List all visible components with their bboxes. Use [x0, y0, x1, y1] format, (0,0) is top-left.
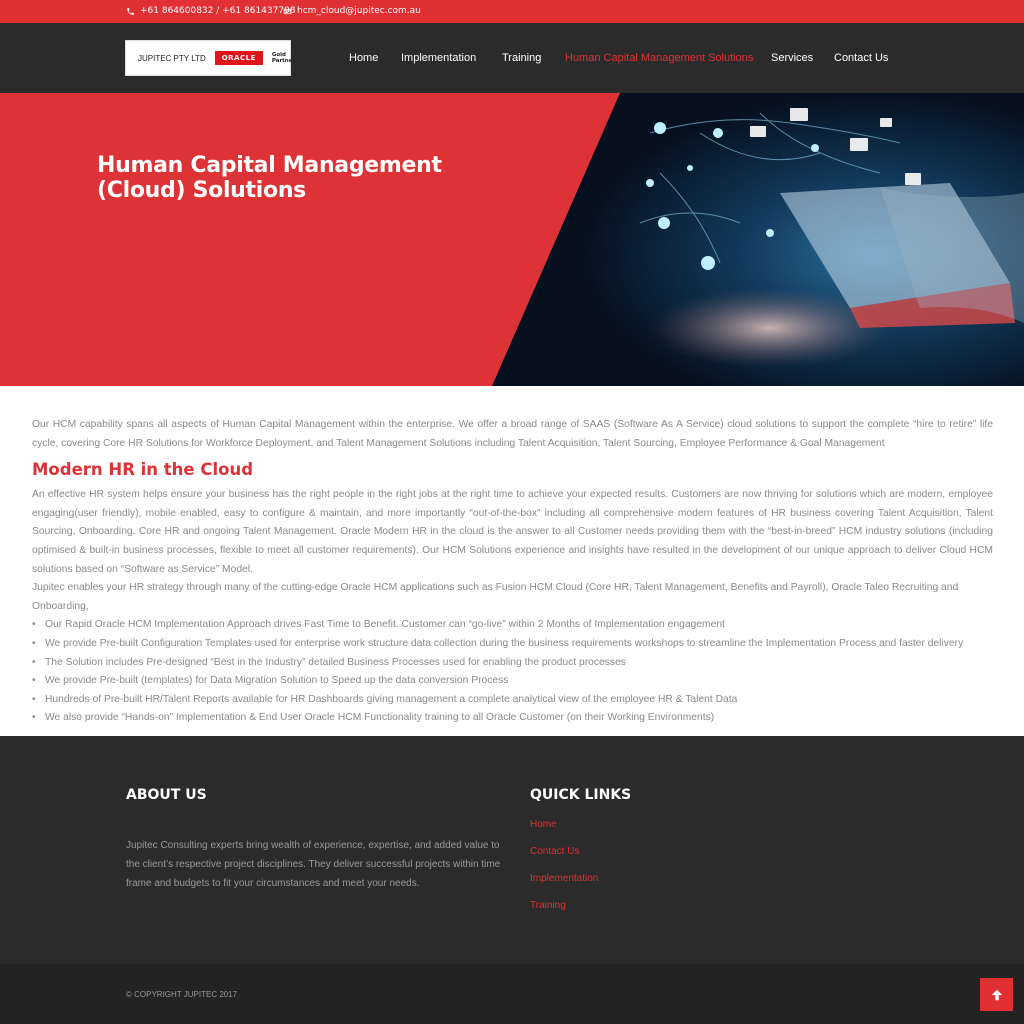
email-contact[interactable]: hcm_cloud@jupitec.com.au [283, 6, 421, 16]
section-heading: Modern HR in the Cloud [32, 460, 254, 480]
nav-training[interactable]: Training [502, 52, 541, 64]
modern-hr-paragraph: An effective HR system helps ensure your… [32, 489, 993, 575]
arrow-up-icon [991, 989, 1002, 1000]
list-item: We provide Pre-built (templates) for Dat… [32, 672, 993, 691]
intro-paragraph: Our HCM capability spans all aspects of … [32, 419, 993, 449]
page-title: Human Capital Management (Cloud) Solutio… [97, 153, 442, 203]
about-us-heading: ABOUT US [126, 787, 207, 803]
quick-link-training[interactable]: Training [530, 899, 598, 912]
copyright-bar: © COPYRIGHT JUPITEC 2017 [0, 964, 1024, 1024]
nav-services[interactable]: Services [771, 52, 813, 64]
site-footer: ABOUT US Jupitec Consulting experts brin… [0, 736, 1024, 964]
scroll-to-top-button[interactable] [980, 978, 1013, 1011]
copyright-text: © COPYRIGHT JUPITEC 2017 [126, 990, 238, 999]
main-content: Our HCM capability spans all aspects of … [32, 416, 993, 728]
gold-partner-badge: Gold Partner [272, 52, 295, 64]
page-title-line-2: (Cloud) Solutions [97, 178, 306, 203]
nav-hcm-solutions[interactable]: Human Capital Management Solutions [565, 52, 753, 64]
nav-contact-us[interactable]: Contact Us [834, 52, 888, 64]
phone-numbers: +61 864600832 / +61 861437798 [140, 6, 296, 16]
email-address: hcm_cloud@jupitec.com.au [297, 6, 421, 16]
quick-link-contact-us[interactable]: Contact Us [530, 845, 598, 858]
main-navbar: JUPITEC PTY LTD ORACLE Gold Partner Home… [0, 23, 1024, 93]
quick-links-list: Home Contact Us Implementation Training [530, 818, 598, 926]
list-item: Our Rapid Oracle HCM Implementation Appr… [32, 616, 993, 635]
quick-links-heading: QUICK LINKS [530, 787, 632, 803]
partner-line-2: Partner [271, 58, 296, 64]
list-item: We provide Pre-built Configuration Templ… [32, 635, 993, 654]
phone-icon [127, 7, 134, 15]
about-us-text: Jupitec Consulting experts bring wealth … [126, 840, 501, 889]
list-item: We also provide “Hands-on” Implementatio… [32, 709, 993, 728]
envelope-icon [283, 8, 292, 14]
hero-cloud-technology-image [492, 93, 1024, 386]
oracle-logo: ORACLE [214, 51, 263, 65]
nav-implementation[interactable]: Implementation [401, 52, 476, 64]
jupitec-paragraph: Jupitec enables your HR strategy through… [32, 582, 959, 612]
benefits-list: Our Rapid Oracle HCM Implementation Appr… [32, 616, 993, 728]
top-contact-bar: +61 864600832 / +61 861437798 hcm_cloud@… [0, 0, 1024, 23]
logo-company-name: JUPITEC PTY LTD [138, 53, 206, 63]
quick-link-home[interactable]: Home [530, 818, 598, 831]
list-item: Hundreds of Pre-built HR/Talent Reports … [32, 691, 993, 710]
phone-contact[interactable]: +61 864600832 / +61 861437798 [126, 6, 296, 16]
list-item: The Solution includes Pre-designed “Best… [32, 654, 993, 673]
quick-link-implementation[interactable]: Implementation [530, 872, 598, 885]
site-logo[interactable]: JUPITEC PTY LTD ORACLE Gold Partner [125, 40, 295, 76]
nav-home[interactable]: Home [349, 52, 378, 64]
hero-banner: Human Capital Management (Cloud) Solutio… [0, 93, 1024, 386]
page-title-line-1: Human Capital Management [97, 153, 442, 178]
